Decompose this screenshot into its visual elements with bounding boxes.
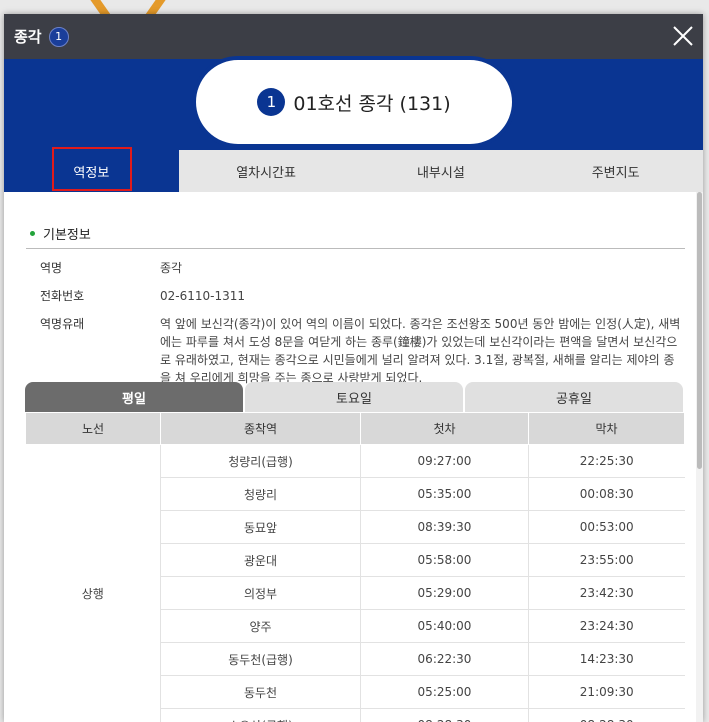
direction-cell: 상행 [25, 444, 161, 722]
destination-cell: 의정부 [160, 576, 361, 610]
last-train-cell: 23:55:00 [528, 543, 685, 577]
info-row: 역명 종각 [40, 259, 696, 277]
tab-label: 내부시설 [416, 165, 465, 181]
last-train-cell: 22:25:30 [528, 444, 685, 478]
info-key: 역명 [40, 261, 63, 275]
destination-cell: 청량리 [160, 477, 361, 511]
first-train-cell: 08:39:30 [360, 510, 529, 544]
close-icon[interactable] [671, 24, 695, 48]
info-key: 전화번호 [40, 289, 85, 303]
first-train-cell: 06:22:30 [360, 642, 529, 676]
tab-label: 주변지도 [591, 165, 640, 181]
bullet-icon [30, 230, 35, 236]
first-train-cell: 09:27:00 [360, 444, 529, 478]
tab-saturday[interactable]: 토요일 [245, 382, 463, 412]
destination-cell: 광운대 [160, 543, 361, 577]
info-value: 종각 [160, 261, 183, 275]
scrollbar[interactable] [696, 192, 703, 722]
first-train-cell: 05:25:00 [360, 675, 529, 709]
table-row: 상행 청량리(급행) 09:27:00 22:25:30 [25, 444, 685, 722]
col-header: 첫차 [360, 412, 529, 445]
station-info-content: 기본정보 역명 종각 전화번호 02-6110-1311 역명유래 역 앞에 보… [4, 192, 696, 722]
station-banner: 1 01호선 종각 (131) [4, 56, 703, 150]
last-train-cell: 21:09:30 [528, 675, 685, 709]
last-train-cell: 08:28:30 [528, 708, 685, 722]
tab-station-info[interactable]: 역정보 [4, 147, 179, 192]
tab-timetable[interactable]: 열차시간표 [179, 150, 354, 192]
line-badge: 1 [48, 26, 69, 47]
first-train-cell: 05:35:00 [360, 477, 529, 511]
tab-weekday[interactable]: 평일 [25, 382, 243, 412]
station-name-pill: 1 01호선 종각 (131) [192, 56, 516, 148]
tab-label: 열차시간표 [236, 165, 297, 181]
first-train-cell: 05:58:00 [360, 543, 529, 577]
destination-cell: 소요산(급행) [160, 708, 361, 722]
col-header: 종착역 [160, 412, 361, 445]
last-train-cell: 23:24:30 [528, 609, 685, 643]
timetable-body: 상행 청량리(급행) 09:27:00 22:25:30 청량리 05:35:00 00:0… [25, 444, 685, 722]
section-title: 기본정보 [43, 227, 91, 243]
timetable: 노선 종착역 첫차 막차 상행 청량리(급행) 09:27:00 22:25:30 청량… [25, 412, 685, 722]
tab-facilities[interactable]: 내부시설 [354, 150, 529, 192]
destination-cell: 양주 [160, 609, 361, 643]
station-info-modal: 종각 1 1 01호선 종각 (131) 역정보 열차시간표 내부시설 주변지도… [4, 14, 703, 722]
last-train-cell: 00:53:00 [528, 510, 685, 544]
col-header: 막차 [528, 412, 685, 445]
last-train-cell: 00:08:30 [528, 477, 685, 511]
col-header: 노선 [25, 412, 161, 445]
destination-cell: 청량리(급행) [160, 444, 361, 478]
destination-cell: 동두천(급행) [160, 642, 361, 676]
modal-titlebar: 종각 1 [4, 14, 703, 59]
modal-title: 종각 [14, 28, 42, 46]
station-tabs: 역정보 열차시간표 내부시설 주변지도 [4, 147, 703, 192]
tab-holiday[interactable]: 공휴일 [465, 382, 683, 412]
info-row: 전화번호 02-6110-1311 [40, 287, 696, 305]
section-heading: 기본정보 [26, 222, 685, 249]
first-train-cell: 08:28:30 [360, 708, 529, 722]
last-train-cell: 14:23:30 [528, 642, 685, 676]
first-train-cell: 05:40:00 [360, 609, 529, 643]
last-train-cell: 23:42:30 [528, 576, 685, 610]
destination-cell: 동묘앞 [160, 510, 361, 544]
day-tabs: 평일 토요일 공휴일 [25, 382, 685, 412]
info-value: 역 앞에 보신각(종각)이 있어 역의 이름이 되었다. 종각은 조선왕조 50… [160, 317, 681, 385]
scrollbar-thumb[interactable] [697, 192, 702, 469]
first-train-cell: 05:29:00 [360, 576, 529, 610]
info-value: 02-6110-1311 [160, 289, 246, 303]
line-number-badge: 1 [257, 88, 286, 116]
info-key: 역명유래 [40, 317, 85, 331]
table-header-row: 노선 종착역 첫차 막차 [25, 412, 685, 445]
highlight-box [52, 147, 132, 191]
tab-nearby-map[interactable]: 주변지도 [528, 150, 703, 192]
station-name: 01호선 종각 (131) [293, 92, 451, 115]
info-row: 역명유래 역 앞에 보신각(종각)이 있어 역의 이름이 되었다. 종각은 조선… [40, 315, 696, 387]
basic-info: 역명 종각 전화번호 02-6110-1311 역명유래 역 앞에 보신각(종각… [40, 259, 696, 387]
destination-cell: 동두천 [160, 675, 361, 709]
